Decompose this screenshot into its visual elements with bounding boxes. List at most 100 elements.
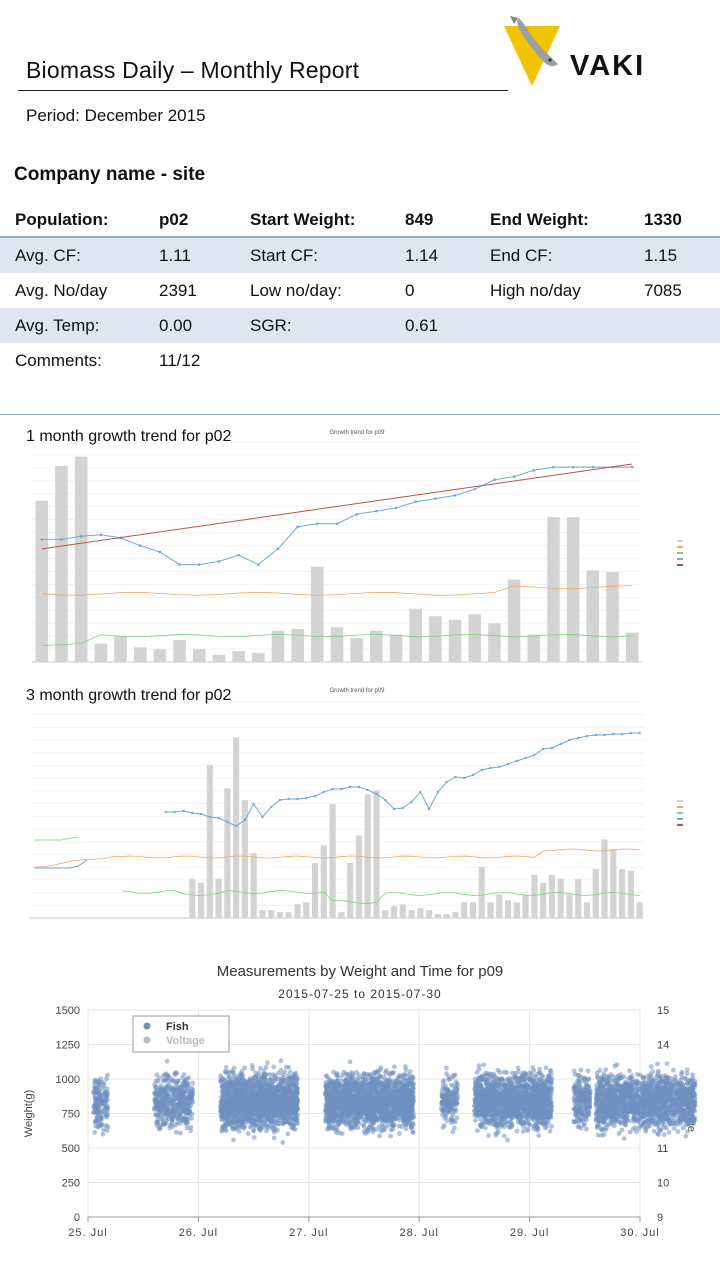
population-value: p02 xyxy=(159,209,189,229)
weight-point xyxy=(252,802,255,806)
bar xyxy=(507,579,521,662)
scatter-point xyxy=(164,1058,170,1064)
scatter-point xyxy=(242,1084,247,1090)
weight-point xyxy=(480,768,483,772)
bar xyxy=(390,906,398,918)
bar xyxy=(250,853,257,918)
scatter-point xyxy=(253,1089,259,1095)
scatter-point xyxy=(378,1067,383,1073)
report-period: Period: December 2015 xyxy=(26,106,206,125)
scatter-point xyxy=(336,1121,342,1126)
scatter-point xyxy=(376,1105,382,1111)
scatter-point xyxy=(221,1086,227,1091)
legend-swatch xyxy=(677,558,683,560)
bar xyxy=(347,863,354,918)
scatter-point xyxy=(444,1065,449,1071)
y-tick-label: 1000 xyxy=(56,1074,80,1086)
scatter-point xyxy=(404,1099,410,1104)
scatter-point xyxy=(241,1097,247,1102)
weight-point xyxy=(278,798,282,802)
x-tick-label: 25. Jul xyxy=(68,1227,107,1239)
bar xyxy=(35,500,49,662)
scatter-point xyxy=(403,1122,409,1128)
section-divider xyxy=(0,414,720,415)
bar xyxy=(355,835,362,918)
scatter-point xyxy=(166,1096,172,1102)
scatter-point xyxy=(236,1089,242,1094)
scatter-point xyxy=(186,1101,192,1107)
bar xyxy=(364,794,371,918)
weight-point xyxy=(384,798,387,802)
scatter-point xyxy=(223,1091,229,1097)
scatter-point xyxy=(231,1073,236,1079)
table-row: Avg. Temp: 0.00 SGR: 0.61 xyxy=(0,308,720,343)
scatter-point xyxy=(258,1088,264,1094)
weight-point xyxy=(237,553,240,557)
scatter-point xyxy=(443,1102,449,1108)
weight-point xyxy=(620,732,624,736)
scatter-point xyxy=(167,1125,173,1131)
scatter-point xyxy=(172,1071,178,1077)
scatter-point xyxy=(393,1080,399,1086)
weight-point xyxy=(498,765,501,769)
chart-inner-title: Growth trend for p09 xyxy=(329,430,385,436)
scatter-point xyxy=(249,1093,255,1099)
scatter-point xyxy=(397,1091,402,1097)
scatter-point xyxy=(266,1072,272,1077)
scatter-point xyxy=(95,1124,101,1130)
y-tick-label: 1250 xyxy=(56,1040,80,1052)
scatter-point xyxy=(282,1069,288,1075)
scatter-point xyxy=(344,1104,350,1109)
scatter-point xyxy=(189,1095,194,1101)
scatter-point xyxy=(259,1093,265,1099)
scatter-point xyxy=(450,1129,456,1135)
scatter-point xyxy=(243,1079,249,1085)
weight-point xyxy=(552,465,555,469)
scatter-point xyxy=(236,1128,242,1134)
start-weight-label: Start Weight: xyxy=(250,209,356,229)
weight-point xyxy=(462,776,466,780)
scatter-point xyxy=(92,1078,98,1083)
bar xyxy=(330,627,344,662)
weight-point xyxy=(340,787,343,791)
scatter-point xyxy=(439,1099,445,1104)
bar xyxy=(173,640,186,662)
scatter-point xyxy=(341,1069,346,1075)
scatter-point xyxy=(261,1071,267,1077)
scatter-point xyxy=(377,1124,382,1130)
weight-point xyxy=(158,550,162,554)
scatter-point xyxy=(326,1097,331,1103)
start-weight-value: 849 xyxy=(405,209,434,229)
bar xyxy=(241,800,248,918)
weight-point xyxy=(533,753,536,757)
scatter-point xyxy=(182,1103,187,1109)
chart-title: Measurements by Weight and Time for p09 xyxy=(217,963,504,980)
weight-point xyxy=(394,506,398,510)
scatter-point xyxy=(290,1097,296,1103)
weight-point xyxy=(331,787,334,791)
scatter-point xyxy=(189,1111,195,1117)
scatter-point xyxy=(394,1110,400,1116)
bar xyxy=(370,630,383,662)
weight-point xyxy=(594,733,597,737)
legend-swatch xyxy=(677,552,683,554)
high-no-value: 7085 xyxy=(644,280,682,300)
bar xyxy=(192,649,206,662)
scatter-point xyxy=(92,1129,98,1135)
bar xyxy=(469,902,477,918)
scatter-point xyxy=(292,1101,298,1107)
scatter-point xyxy=(378,1074,384,1080)
legend-swatch xyxy=(677,540,683,542)
temperature-line xyxy=(41,585,633,596)
scatter-point xyxy=(386,1083,392,1088)
bar xyxy=(251,652,265,662)
scatter-point xyxy=(378,1128,383,1134)
scatter-point xyxy=(95,1115,101,1121)
scatter-point xyxy=(153,1092,159,1097)
scatter-point xyxy=(285,1076,291,1082)
bar xyxy=(531,874,538,918)
weight-time-scatter-chart: Measurements by Weight and Time for p09 2… xyxy=(23,963,698,1239)
scatter-point xyxy=(351,1090,357,1096)
weight-point xyxy=(453,494,457,497)
scatter-point xyxy=(268,1077,274,1082)
